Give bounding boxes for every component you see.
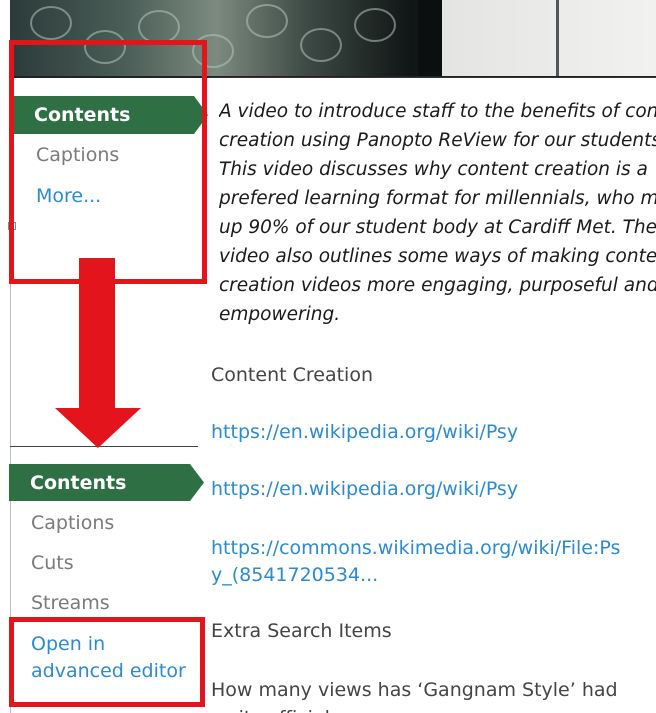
fabric-pattern	[246, 4, 288, 38]
content-link[interactable]: https://en.wikipedia.org/wiki/Psy	[211, 476, 518, 503]
header-divider	[208, 77, 656, 78]
video-cable	[556, 0, 559, 78]
section-heading-extra-search-items: Extra Search Items	[211, 620, 392, 642]
tab-streams[interactable]: Streams	[31, 591, 110, 615]
search-item-question: How many views has ‘Gangnam Style’ had s…	[211, 679, 618, 713]
annotation-highlight-box	[9, 40, 207, 284]
content-link[interactable]: https://en.wikipedia.org/wiki/Psy	[211, 419, 518, 446]
annotation-highlight-box	[9, 617, 205, 707]
section-heading-content-creation: Content Creation	[211, 364, 373, 386]
tab-cuts[interactable]: Cuts	[31, 551, 74, 575]
content-link[interactable]: https://commons.wikimedia.org/wiki/File:…	[211, 535, 620, 589]
fabric-pattern	[354, 8, 396, 42]
video-background	[442, 0, 656, 78]
annotation-arrow-shaft	[79, 258, 115, 410]
video-description: A video to introduce staff to the benefi…	[219, 101, 656, 325]
fabric-pattern	[300, 28, 342, 62]
annotation-arrow-down-icon	[55, 408, 141, 448]
fabric-pattern	[138, 10, 180, 44]
tab-contents[interactable]: Contents	[9, 464, 204, 501]
tab-captions[interactable]: Captions	[31, 511, 114, 535]
fabric-pattern	[30, 6, 72, 40]
